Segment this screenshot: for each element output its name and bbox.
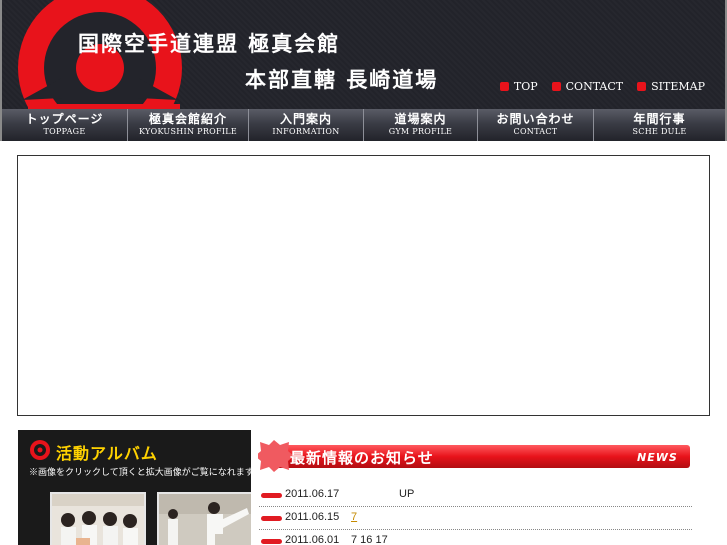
- toplink-label: TOP: [513, 80, 538, 93]
- red-square-icon: [551, 82, 561, 91]
- news-item: 2011.06.17 UP: [259, 484, 692, 507]
- site-title-line-1: 国際空手道連盟 極真会館: [78, 31, 341, 56]
- group-photo-image: [52, 494, 144, 545]
- nav-item-jp-label: トップページ: [25, 112, 104, 126]
- nav-item-toppage[interactable]: トップページ TOPPAGE: [2, 109, 128, 141]
- header-top-links: TOP CONTACT SITEMAP: [499, 80, 705, 93]
- kanku-emblem-icon: [30, 440, 50, 460]
- nav-item-en-label: KYOKUSHIN PROFILE: [138, 127, 238, 136]
- nav-item-kyokushin-profile[interactable]: 極真会館紹介 KYOKUSHIN PROFILE: [128, 109, 249, 141]
- nav-item-jp-label: 道場案内: [394, 112, 447, 126]
- nav-item-jp-label: 年間行事: [633, 112, 686, 126]
- news-section-title: 最新情報のお知らせ: [290, 449, 434, 467]
- news-text: UP: [399, 488, 415, 500]
- global-nav: トップページ TOPPAGE 極真会館紹介 KYOKUSHIN PROFILE …: [0, 109, 727, 141]
- news-date: 2011.06.15: [285, 511, 340, 523]
- bullet-icon: [261, 516, 282, 521]
- nav-item-jp-label: 入門案内: [279, 112, 332, 126]
- news-text: 7 16 17: [351, 534, 388, 545]
- toplink-label: SITEMAP: [651, 80, 705, 93]
- toplink-top[interactable]: TOP: [499, 80, 538, 93]
- site-title-line-2: 本部直轄 長崎道場: [245, 67, 439, 92]
- news-item[interactable]: 2011.06.15 7: [259, 507, 692, 530]
- news-date: 2011.06.17: [285, 488, 340, 500]
- site-header: 国際空手道連盟 極真会館 本部直轄 長崎道場 TOP CONTACT SITEM…: [0, 0, 727, 109]
- album-photo-group[interactable]: [50, 492, 146, 545]
- album-title: 活動アルバム: [56, 444, 158, 463]
- nav-item-en-label: GYM PROFILE: [388, 127, 453, 136]
- toplink-contact[interactable]: CONTACT: [551, 80, 624, 93]
- album-note: ※画像をクリックして頂くと拡大画像がご覧になれます。: [29, 468, 251, 478]
- news-list: 2011.06.17 UP 2011.06.15 7 2011.06.01 7 …: [259, 484, 692, 545]
- nav-item-gym-profile[interactable]: 道場案内 GYM PROFILE: [364, 109, 478, 141]
- nav-item-en-label: INFORMATION: [272, 127, 340, 136]
- bullet-icon: [261, 493, 282, 498]
- nav-item-en-label: CONTACT: [513, 127, 558, 136]
- toplink-sitemap[interactable]: SITEMAP: [637, 80, 705, 93]
- nav-item-schedule[interactable]: 年間行事 SCHE DULE: [594, 109, 725, 141]
- nav-item-contact[interactable]: お問い合わせ CONTACT: [478, 109, 594, 141]
- nav-item-jp-label: 極真会館紹介: [148, 112, 227, 126]
- activity-album: 活動アルバム ※画像をクリックして頂くと拡大画像がご覧になれます。: [18, 430, 251, 545]
- nav-item-en-label: TOPPAGE: [43, 127, 86, 136]
- main-visual-frame: [17, 155, 710, 416]
- nav-item-information[interactable]: 入門案内 INFORMATION: [249, 109, 364, 141]
- red-square-icon: [637, 82, 647, 91]
- nav-item-jp-label: お問い合わせ: [496, 112, 575, 126]
- album-photo-kick[interactable]: [157, 492, 251, 545]
- news-item: 2011.06.01 7 16 17: [259, 530, 692, 545]
- news-tag: NEWS: [637, 451, 678, 464]
- news-date: 2011.06.01: [285, 534, 340, 545]
- nav-item-en-label: SCHE DULE: [632, 127, 687, 136]
- toplink-label: CONTACT: [565, 80, 624, 93]
- kick-photo-image: [159, 494, 251, 545]
- news-link[interactable]: 7: [351, 511, 357, 523]
- bullet-icon: [261, 539, 282, 544]
- red-square-icon: [499, 82, 509, 91]
